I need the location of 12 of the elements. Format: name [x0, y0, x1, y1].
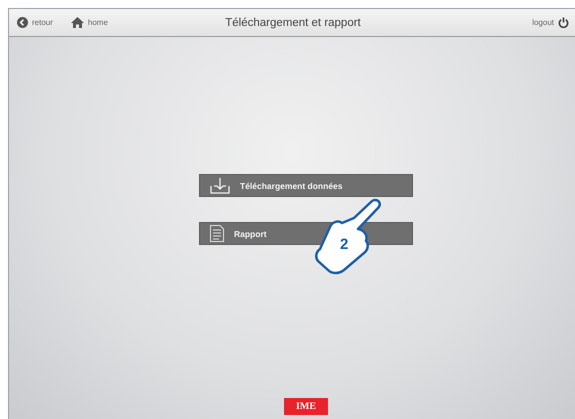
- download-icon: [210, 178, 230, 194]
- home-icon: [70, 17, 84, 28]
- logo: IME: [284, 398, 328, 415]
- home-button[interactable]: home: [70, 17, 108, 28]
- pointing-hand-icon: [314, 197, 384, 275]
- back-button[interactable]: retour: [17, 17, 53, 28]
- menu-button[interactable]: Téléchargement données: [199, 174, 413, 197]
- document-icon: [210, 225, 224, 242]
- page-title: Téléchargement et rapport: [225, 16, 361, 28]
- power-icon: [558, 17, 569, 28]
- back-icon: [17, 17, 28, 28]
- logout-button[interactable]: logout: [532, 17, 569, 28]
